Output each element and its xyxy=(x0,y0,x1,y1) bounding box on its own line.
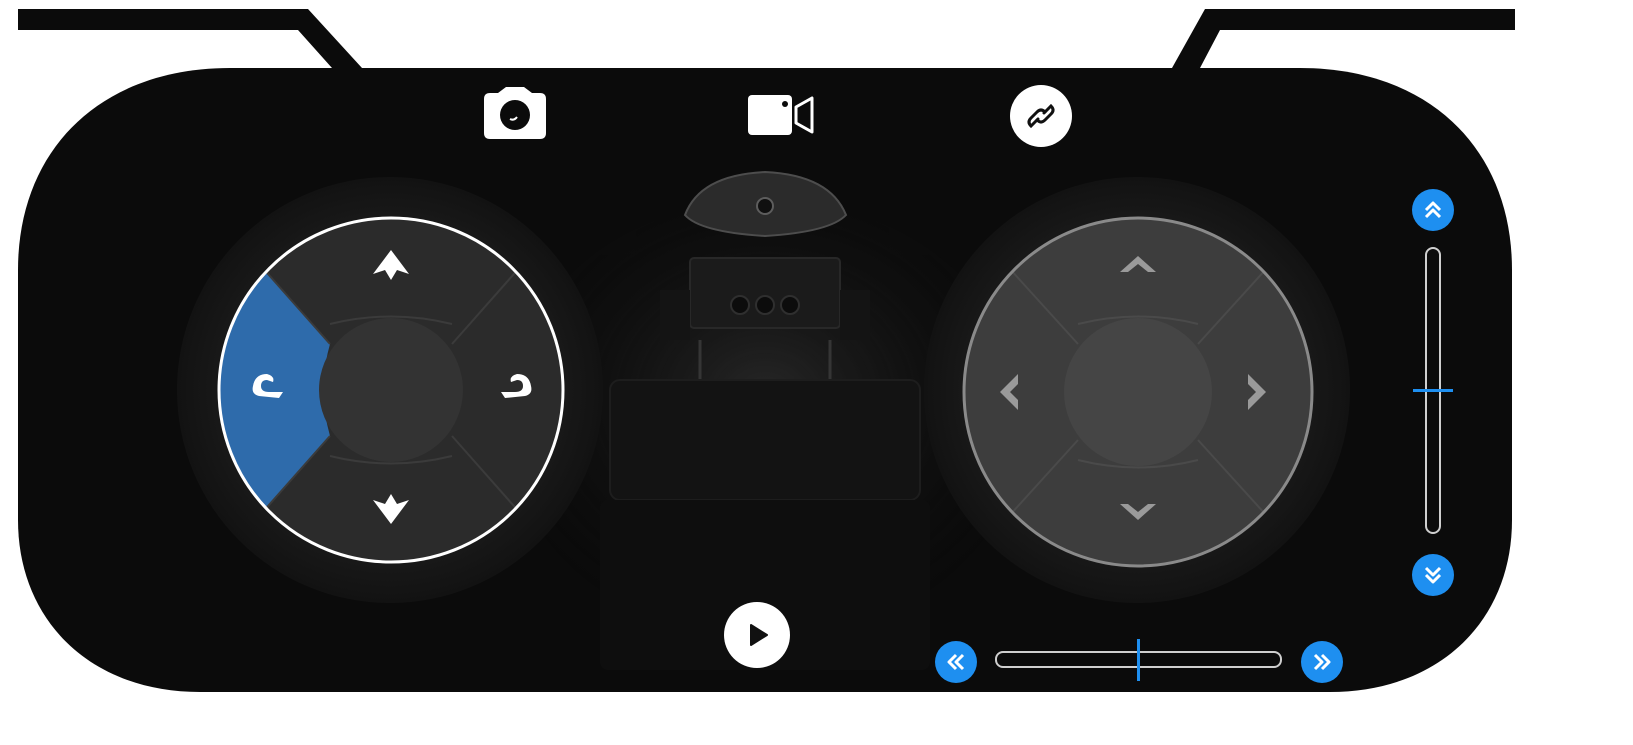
link-icon xyxy=(1027,103,1055,129)
double-chevron-up-icon xyxy=(1424,201,1442,219)
look-down-button[interactable] xyxy=(1080,470,1196,560)
speed-up-button[interactable] xyxy=(1301,641,1343,683)
right-shoulder-bumper xyxy=(1172,9,1515,68)
speed-slider-track[interactable] xyxy=(995,639,1282,681)
connect-button[interactable] xyxy=(1010,85,1072,147)
height-slider-track[interactable] xyxy=(1413,247,1453,534)
height-down-button[interactable] xyxy=(1412,554,1454,596)
double-chevron-left-icon xyxy=(947,653,965,671)
look-right-button[interactable] xyxy=(1216,334,1306,450)
move-backward-button[interactable] xyxy=(335,466,447,556)
look-left-button[interactable] xyxy=(970,334,1060,450)
speed-down-button[interactable] xyxy=(935,641,977,683)
look-up-button[interactable] xyxy=(1080,224,1196,314)
video-camera-icon xyxy=(748,95,814,135)
movement-pad xyxy=(215,214,567,566)
play-button[interactable] xyxy=(724,602,790,668)
double-chevron-right-icon xyxy=(1313,653,1331,671)
movement-pad-center xyxy=(319,318,463,462)
record-video-button[interactable] xyxy=(748,95,814,135)
rotate-right-button[interactable] xyxy=(465,334,565,446)
play-icon xyxy=(750,624,768,646)
move-forward-button[interactable] xyxy=(335,224,447,314)
controller-screen xyxy=(0,0,1633,745)
camera-icon xyxy=(484,87,546,139)
camera-pad-center xyxy=(1064,318,1212,466)
height-slider-thumb[interactable] xyxy=(1413,388,1453,392)
capture-photo-button[interactable] xyxy=(484,87,546,139)
camera-pad xyxy=(960,214,1316,570)
double-chevron-down-icon xyxy=(1424,566,1442,584)
left-shoulder-bumper xyxy=(18,9,362,68)
height-up-button[interactable] xyxy=(1412,189,1454,231)
speed-slider-thumb[interactable] xyxy=(1136,639,1140,681)
